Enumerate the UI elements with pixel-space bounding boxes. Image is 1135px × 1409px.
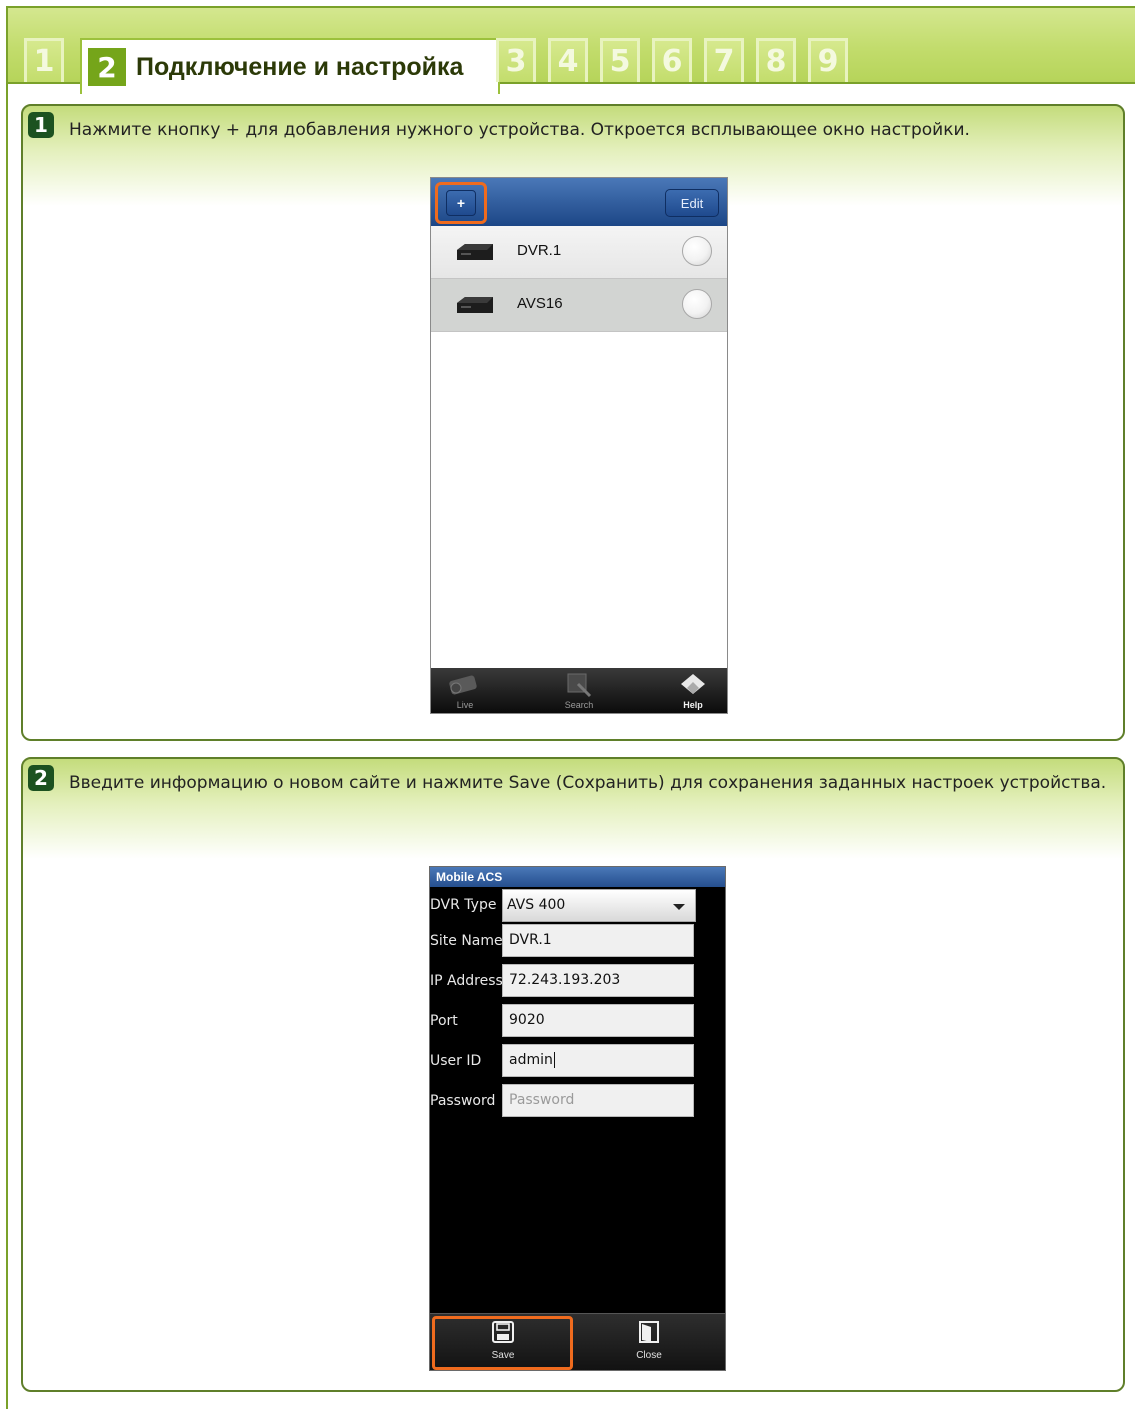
user-id-value: admin <box>509 1052 553 1068</box>
site-name-label: Site Name <box>430 933 503 949</box>
save-label: Save <box>491 1350 515 1361</box>
dvr-type-select[interactable]: AVS 400 <box>502 889 696 922</box>
device-list-tabbar: Live Search Help <box>431 668 727 713</box>
site-form-screenshot: Mobile ACS DVR Type AVS 400 Site Name DV… <box>429 866 726 1371</box>
port-label: Port <box>430 1013 458 1029</box>
dvr-type-value: AVS 400 <box>507 897 566 913</box>
tab-2-title: Подключение и настройка <box>136 52 464 81</box>
device-name: DVR.1 <box>517 242 562 259</box>
dvr-type-label: DVR Type <box>430 897 497 913</box>
tab-8[interactable]: 8 <box>756 38 796 82</box>
tab-2-number: 2 <box>88 48 126 86</box>
help-icon <box>681 674 705 694</box>
device-list-header: + Edit <box>431 178 727 226</box>
search-icon <box>567 673 592 698</box>
tab-4[interactable]: 4 <box>548 38 588 82</box>
device-list-screenshot: + Edit DVR.1 AVS16 Live Search Help <box>430 177 728 714</box>
tab-2-active[interactable]: 2 Подключение и настройка <box>80 38 500 94</box>
tab-7[interactable]: 7 <box>704 38 744 82</box>
tab-5[interactable]: 5 <box>600 38 640 82</box>
port-field[interactable]: 9020 <box>502 1004 694 1037</box>
tab-3[interactable]: 3 <box>496 38 536 82</box>
tab-6[interactable]: 6 <box>652 38 692 82</box>
dropdown-arrow-icon <box>673 904 685 910</box>
user-id-label: User ID <box>430 1053 482 1069</box>
close-button[interactable]: Close <box>609 1320 689 1361</box>
camera-icon <box>449 675 477 695</box>
device-row[interactable]: DVR.1 <box>431 226 727 279</box>
search-tab[interactable]: Search <box>549 670 609 712</box>
live-tab[interactable]: Live <box>435 670 495 712</box>
app-title: Mobile ACS <box>430 867 725 887</box>
device-select-radio[interactable] <box>682 289 712 319</box>
add-device-button[interactable]: + <box>446 190 476 216</box>
step-1-text: Нажмите кнопку + для добавления нужного … <box>69 120 970 140</box>
device-row[interactable]: AVS16 <box>431 279 727 332</box>
step-2-text: Введите информацию о новом сайте и нажми… <box>69 773 1107 793</box>
help-label: Help <box>683 700 703 710</box>
search-label: Search <box>564 700 594 710</box>
device-name: AVS16 <box>517 295 563 312</box>
ip-address-label: IP Address <box>430 973 503 989</box>
save-icon <box>492 1321 514 1343</box>
text-cursor <box>553 1052 555 1068</box>
step-1-badge: 1 <box>28 112 54 138</box>
step-tab-bar: 1 2 Подключение и настройка 3 4 5 6 7 8 … <box>8 8 1135 94</box>
help-tab[interactable]: Help <box>663 670 723 712</box>
live-label: Live <box>456 700 474 710</box>
password-label: Password <box>430 1093 496 1109</box>
tab-1[interactable]: 1 <box>24 38 64 82</box>
ip-address-field[interactable]: 72.243.193.203 <box>502 964 694 997</box>
save-button[interactable]: Save <box>463 1320 543 1361</box>
site-name-field[interactable]: DVR.1 <box>502 924 694 957</box>
device-select-radio[interactable] <box>682 236 712 266</box>
user-id-field[interactable]: admin <box>502 1044 694 1077</box>
close-label: Close <box>636 1350 662 1361</box>
dvr-device-icon <box>457 244 493 260</box>
dvr-device-icon <box>457 297 493 313</box>
tab-9[interactable]: 9 <box>808 38 848 82</box>
step-2-badge: 2 <box>28 765 54 791</box>
close-door-icon <box>639 1321 659 1343</box>
edit-button[interactable]: Edit <box>665 189 719 217</box>
form-action-bar: Save Close <box>430 1313 725 1370</box>
password-field[interactable]: Password <box>502 1084 694 1117</box>
